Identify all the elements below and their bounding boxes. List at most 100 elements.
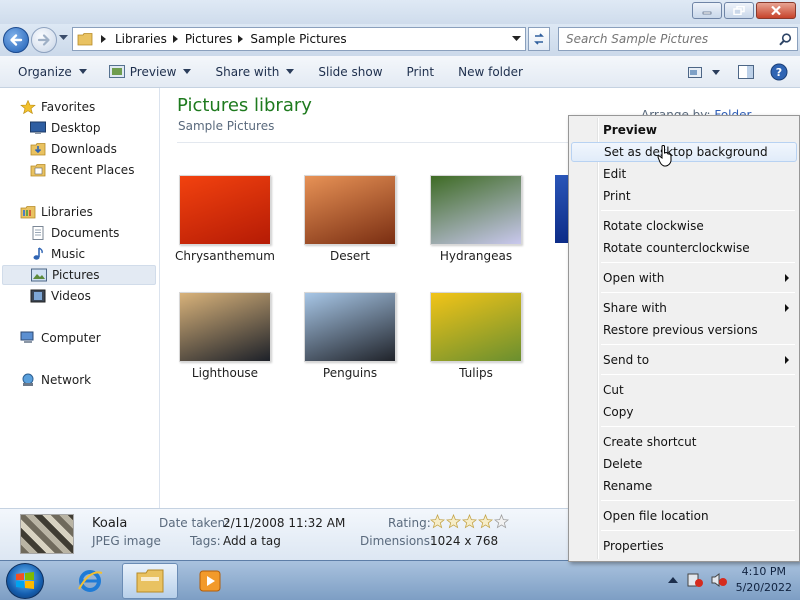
menu-item-label: Open file location bbox=[603, 509, 709, 523]
menu-item-print[interactable]: Print bbox=[571, 186, 797, 206]
slide-show-button[interactable]: Slide show bbox=[312, 59, 388, 85]
nav-recent-places[interactable]: Recent Places bbox=[30, 160, 134, 180]
preview-button[interactable]: Preview bbox=[103, 59, 198, 85]
thumbnail-tulips[interactable]: Tulips bbox=[426, 292, 526, 380]
preview-pane-button[interactable] bbox=[732, 59, 760, 85]
menu-item-label: Properties bbox=[603, 539, 664, 553]
forward-button[interactable] bbox=[31, 27, 57, 53]
clock[interactable]: 4:10 PM 5/20/2022 bbox=[736, 564, 792, 596]
refresh-button[interactable] bbox=[528, 27, 550, 51]
menu-item-create-shortcut[interactable]: Create shortcut bbox=[571, 432, 797, 452]
share-with-button[interactable]: Share with bbox=[209, 59, 300, 85]
thumbnail-image[interactable] bbox=[430, 292, 522, 362]
star-icon[interactable] bbox=[462, 514, 477, 529]
menu-item-open-file-location[interactable]: Open file location bbox=[571, 506, 797, 526]
menu-item-delete[interactable]: Delete bbox=[571, 454, 797, 474]
nav-desktop[interactable]: Desktop bbox=[30, 118, 101, 138]
menu-separator bbox=[601, 292, 795, 293]
search-icon[interactable] bbox=[779, 33, 792, 46]
search-box[interactable] bbox=[558, 27, 798, 51]
context-menu: Preview Set as desktop background Edit P… bbox=[568, 115, 800, 562]
thumbnail-image[interactable] bbox=[430, 175, 522, 245]
nav-pictures-label: Pictures bbox=[52, 268, 100, 282]
breadcrumb-sample-pictures[interactable]: Sample Pictures bbox=[250, 32, 346, 46]
new-folder-button[interactable]: New folder bbox=[452, 59, 529, 85]
address-history-chevron-icon[interactable] bbox=[512, 36, 521, 42]
thumbnail-hydrangeas[interactable]: Hydrangeas bbox=[426, 175, 526, 263]
menu-item-share-with[interactable]: Share with bbox=[571, 298, 797, 318]
menu-separator bbox=[601, 500, 795, 501]
search-input[interactable] bbox=[566, 32, 766, 46]
print-button[interactable]: Print bbox=[401, 59, 441, 85]
help-button[interactable]: ? bbox=[764, 59, 794, 85]
menu-item-rotate-clockwise[interactable]: Rotate clockwise bbox=[571, 216, 797, 236]
close-icon bbox=[771, 6, 781, 15]
star-icon[interactable] bbox=[494, 514, 509, 529]
menu-item-set-as-desktop-background[interactable]: Set as desktop background bbox=[571, 142, 797, 162]
menu-item-send-to[interactable]: Send to bbox=[571, 350, 797, 370]
taskbar-windows-explorer[interactable] bbox=[122, 563, 178, 599]
thumbnail-image[interactable] bbox=[304, 175, 396, 245]
nav-documents[interactable]: Documents bbox=[30, 223, 119, 243]
nav-network[interactable]: Network bbox=[20, 370, 91, 390]
thumbnail-image[interactable] bbox=[304, 292, 396, 362]
start-button[interactable] bbox=[6, 563, 44, 599]
nav-videos[interactable]: Videos bbox=[30, 286, 91, 306]
thumbnail-chrysanthemum[interactable]: Chrysanthemum bbox=[175, 175, 275, 263]
star-icon[interactable] bbox=[430, 514, 445, 529]
thumbnail-penguins[interactable]: Penguins bbox=[300, 292, 400, 380]
menu-item-preview[interactable]: Preview bbox=[571, 120, 797, 140]
breadcrumb-arrow-icon[interactable] bbox=[172, 35, 179, 43]
nav-computer[interactable]: Computer bbox=[20, 328, 101, 348]
breadcrumb-arrow-icon[interactable] bbox=[101, 35, 107, 43]
nav-music[interactable]: Music bbox=[30, 244, 85, 264]
date-taken-value[interactable]: 2/11/2008 11:32 AM bbox=[223, 516, 345, 530]
menu-item-rename[interactable]: Rename bbox=[571, 476, 797, 496]
file-type: JPEG image bbox=[92, 534, 161, 548]
menu-item-label: Edit bbox=[603, 167, 627, 181]
print-label: Print bbox=[406, 64, 435, 79]
thumbnail-lighthouse[interactable]: Lighthouse bbox=[175, 292, 275, 380]
address-bar[interactable]: Libraries Pictures Sample Pictures bbox=[72, 27, 526, 51]
nav-libraries[interactable]: Libraries bbox=[20, 202, 93, 222]
date-taken-label: Date taken: bbox=[159, 516, 230, 530]
nav-pictures[interactable]: Pictures bbox=[2, 265, 156, 285]
menu-item-label: Preview bbox=[603, 123, 658, 137]
nav-downloads[interactable]: Downloads bbox=[30, 139, 117, 159]
back-button[interactable] bbox=[3, 27, 29, 53]
change-view-button[interactable] bbox=[682, 59, 726, 85]
menu-item-rotate-counterclockwise[interactable]: Rotate counterclockwise bbox=[571, 238, 797, 258]
menu-item-restore-previous-versions[interactable]: Restore previous versions bbox=[571, 320, 797, 340]
star-icon[interactable] bbox=[478, 514, 493, 529]
star-icon[interactable] bbox=[446, 514, 461, 529]
taskbar-media-player[interactable] bbox=[182, 563, 238, 599]
menu-item-label: Rename bbox=[603, 479, 653, 493]
menu-item-open-with[interactable]: Open with bbox=[571, 268, 797, 288]
tags-value[interactable]: Add a tag bbox=[223, 534, 281, 548]
menu-item-copy[interactable]: Copy bbox=[571, 402, 797, 422]
breadcrumb-libraries[interactable]: Libraries bbox=[115, 32, 167, 46]
thumbnail-desert[interactable]: Desert bbox=[300, 175, 400, 263]
menu-item-label: Create shortcut bbox=[603, 435, 697, 449]
minimize-button[interactable] bbox=[692, 2, 722, 19]
menu-item-properties[interactable]: Properties bbox=[571, 536, 797, 556]
organize-button[interactable]: Organize bbox=[12, 59, 93, 85]
breadcrumb-pictures[interactable]: Pictures bbox=[185, 32, 233, 46]
thumbnail-image[interactable] bbox=[179, 175, 271, 245]
rating-stars[interactable] bbox=[430, 514, 510, 529]
close-button[interactable] bbox=[756, 2, 796, 19]
recent-pages-chevron-icon[interactable] bbox=[59, 35, 68, 41]
menu-item-label: Rotate clockwise bbox=[603, 219, 704, 233]
menu-item-edit[interactable]: Edit bbox=[571, 164, 797, 184]
menu-item-cut[interactable]: Cut bbox=[571, 380, 797, 400]
maximize-button[interactable] bbox=[724, 2, 754, 19]
show-hidden-icons-chevron-icon[interactable] bbox=[667, 576, 678, 584]
volume-muted-icon[interactable] bbox=[710, 572, 728, 588]
thumbnail-caption: Penguins bbox=[322, 366, 378, 380]
thumbnail-jellyfish-partial[interactable] bbox=[555, 175, 569, 243]
thumbnail-image[interactable] bbox=[179, 292, 271, 362]
taskbar-internet-explorer[interactable] bbox=[62, 563, 118, 599]
action-center-icon[interactable] bbox=[686, 572, 704, 588]
breadcrumb-arrow-icon[interactable] bbox=[238, 35, 244, 43]
nav-favorites[interactable]: Favorites bbox=[20, 97, 95, 117]
